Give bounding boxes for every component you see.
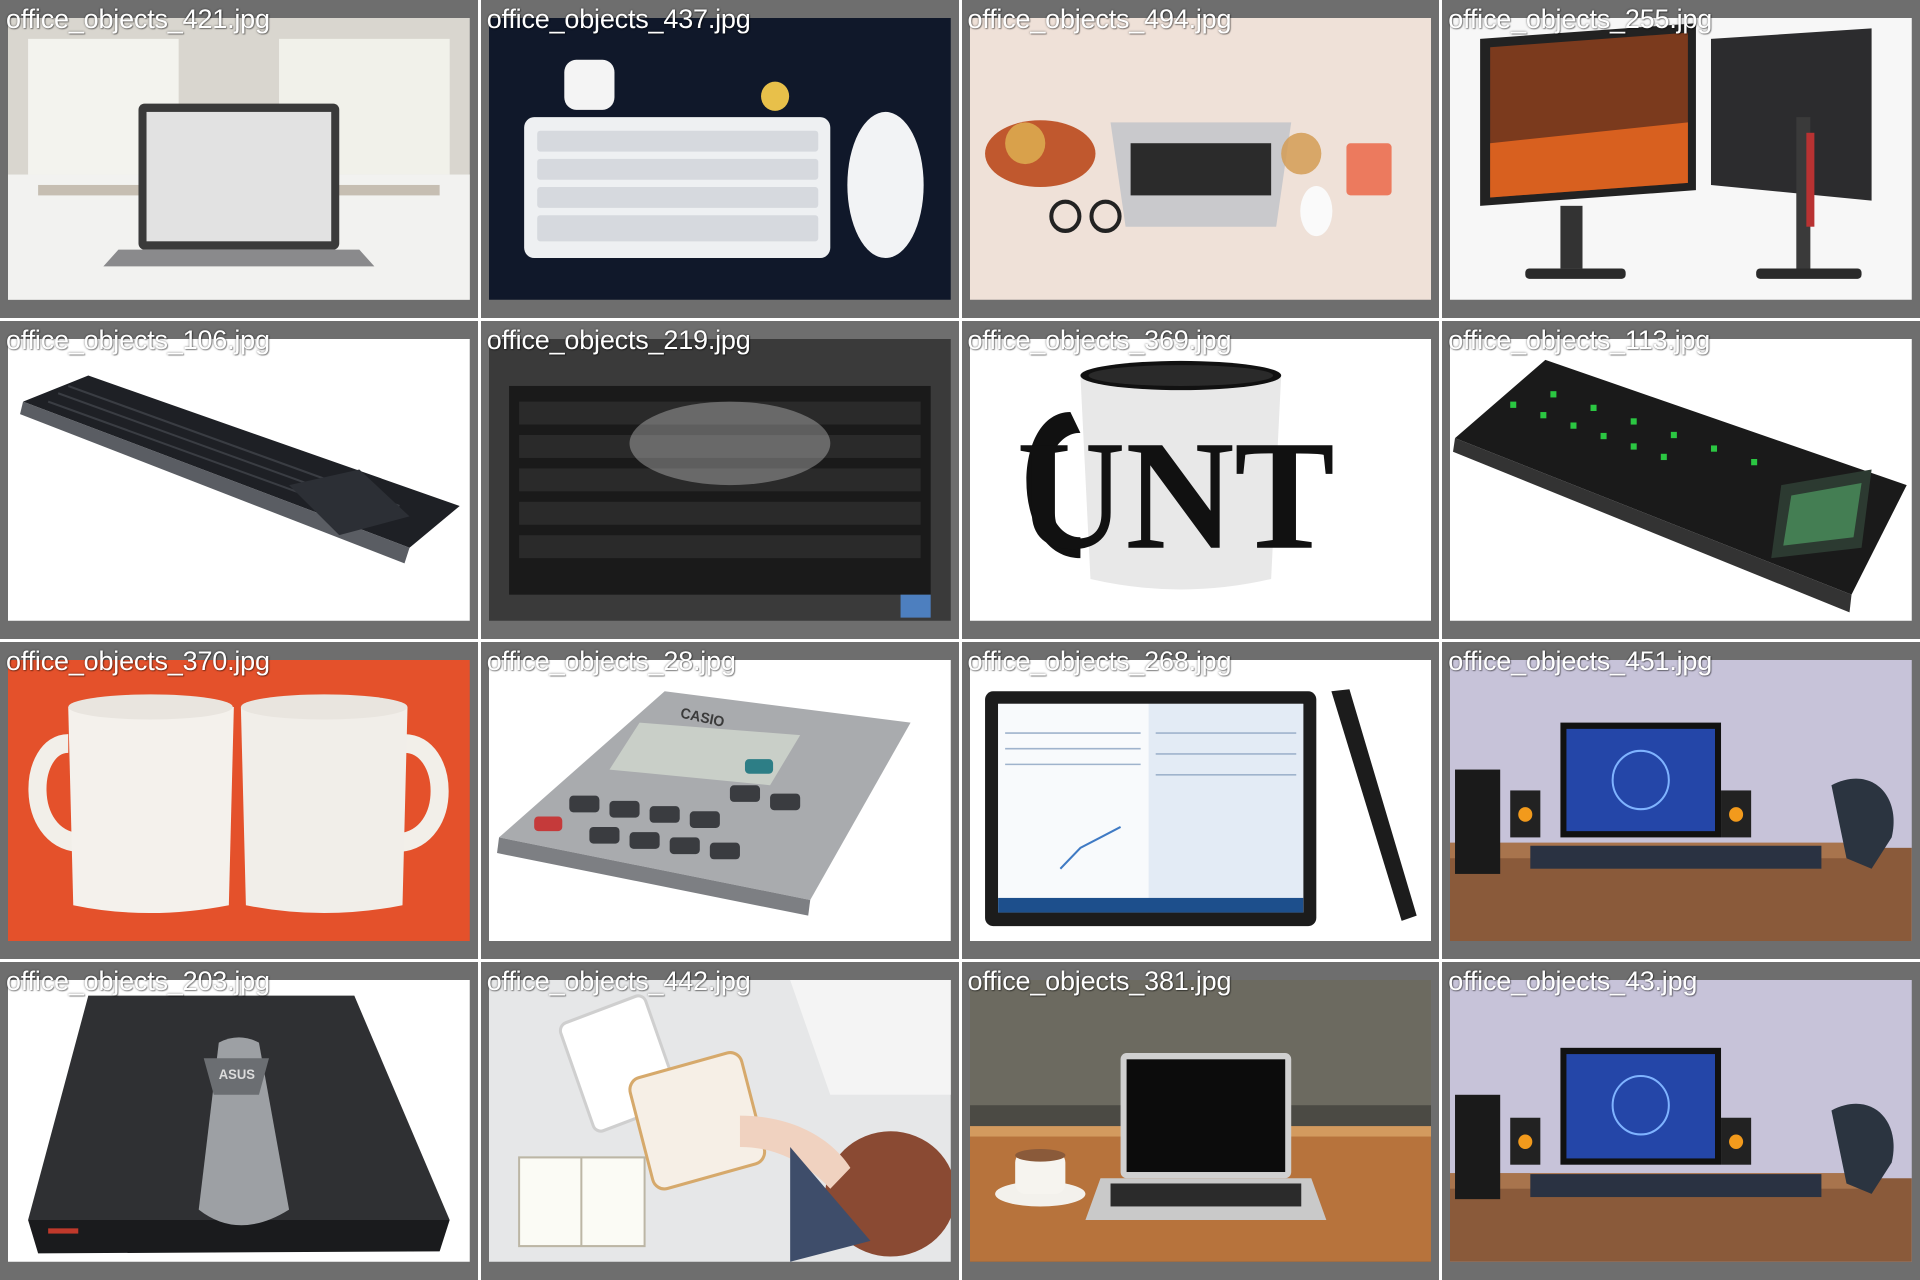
gallery-tile[interactable]: office_objects_442.jpg — [480, 962, 959, 1280]
gallery-tile[interactable]: office_objects_43.jpg — [1442, 962, 1920, 1280]
photo-tablet-with-stand — [969, 659, 1432, 942]
photo-gaming-desk-setup — [1450, 980, 1912, 1262]
gallery-tile[interactable]: office_objects_219.jpg — [480, 320, 959, 639]
gallery-tile[interactable]: office_objects_381.jpg — [961, 962, 1440, 1280]
photo-desk-flatlay-laptop — [969, 18, 1432, 300]
photo-wireless-keyboard — [8, 338, 470, 621]
photo-person-typing-tablet — [488, 980, 951, 1262]
gallery-tile[interactable]: office_objects_370.jpg — [0, 641, 478, 960]
photo-two-white-mugs — [8, 659, 470, 942]
photo-keyboard-mouse-airpods — [488, 18, 951, 300]
photo-gaming-desk-setup — [1450, 659, 1912, 942]
gallery-tile[interactable]: office_objects_106.jpg — [0, 320, 478, 639]
gallery-tile[interactable]: office_objects_437.jpg — [480, 0, 959, 318]
photo-calculator: CASIO — [488, 659, 951, 942]
laptop-brand-text: ASUS — [219, 1067, 255, 1082]
photo-laptop-lid: ASUS — [8, 980, 470, 1262]
photo-dual-monitors — [1450, 18, 1912, 300]
gallery-tile[interactable]: office_objects_494.jpg — [961, 0, 1440, 318]
photo-gaming-keyboard — [1450, 338, 1912, 621]
photo-printed-mug: UNT — [969, 338, 1432, 621]
gallery-tile[interactable]: office_objects_268.jpg — [961, 641, 1440, 960]
gallery-tile[interactable]: ASUS office_objects_203.jpg — [0, 962, 478, 1280]
photo-laptop-and-coffee — [969, 980, 1432, 1262]
gallery-tile[interactable]: office_objects_113.jpg — [1442, 320, 1920, 639]
mug-print-text: UNT — [1016, 409, 1334, 582]
gallery-tile[interactable]: office_objects_451.jpg — [1442, 641, 1920, 960]
gallery-tile[interactable]: CASIO office_objects_28.jpg — [480, 641, 959, 960]
photo-laptop-on-table — [8, 18, 470, 300]
gallery-tile[interactable]: UNT office_objects_369.jpg — [961, 320, 1440, 639]
gallery-tile[interactable]: office_objects_421.jpg — [0, 0, 478, 318]
photo-laptop-keyboard-closeup — [488, 338, 951, 621]
gallery-tile[interactable]: office_objects_255.jpg — [1442, 0, 1920, 318]
image-gallery-grid: office_objects_421.jpg office_objects_43… — [0, 0, 1920, 1280]
